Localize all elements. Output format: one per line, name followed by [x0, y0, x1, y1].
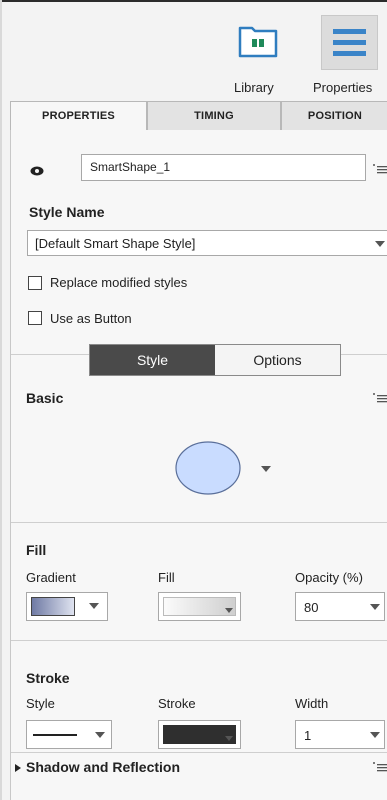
- library-folder-icon: [238, 26, 278, 58]
- dropdown-caret-icon: [370, 732, 380, 738]
- stroke-color-swatch: [163, 725, 236, 744]
- tab-timing[interactable]: TIMING: [147, 101, 281, 130]
- options-segment[interactable]: Options: [215, 345, 340, 375]
- dropdown-caret-icon: [370, 604, 380, 610]
- expand-triangle-icon[interactable]: [15, 764, 21, 772]
- divider: [11, 522, 387, 523]
- style-segment[interactable]: Style: [90, 345, 215, 375]
- fill-caret-icon: [225, 608, 233, 613]
- opacity-dropdown[interactable]: 80: [295, 592, 385, 621]
- gradient-label: Gradient: [26, 570, 76, 585]
- dropdown-caret-icon: [89, 603, 99, 609]
- panel-tabs: PROPERTIES TIMING POSITION: [10, 101, 387, 130]
- top-toolbar: Library Properties: [2, 0, 387, 100]
- fill-label: Fill: [158, 570, 175, 585]
- opacity-value: 80: [304, 600, 319, 615]
- shadow-reflection-title[interactable]: Shadow and Reflection: [26, 759, 180, 775]
- properties-label: Properties: [313, 80, 373, 95]
- properties-button[interactable]: Properties: [308, 2, 387, 102]
- eye-icon[interactable]: [30, 166, 44, 176]
- library-button[interactable]: Library: [224, 2, 294, 102]
- panel-menu-icon[interactable]: [372, 163, 387, 175]
- shape-dropdown-caret-icon[interactable]: [261, 466, 271, 472]
- dropdown-caret-icon: [375, 241, 385, 247]
- replace-modified-checkbox[interactable]: [28, 276, 42, 290]
- stroke-width-dropdown[interactable]: 1: [295, 720, 385, 749]
- gradient-swatch: [31, 597, 75, 616]
- basic-section-title: Basic: [26, 390, 64, 406]
- divider: [11, 640, 387, 641]
- basic-menu-icon[interactable]: [372, 392, 387, 404]
- fill-swatch: [163, 597, 236, 616]
- stroke-style-label: Style: [26, 696, 55, 711]
- object-name-input[interactable]: SmartShape_1: [81, 154, 366, 181]
- style-name-label: Style Name: [29, 204, 105, 220]
- properties-content: SmartShape_1 Style Name [Default Smart S…: [10, 130, 387, 800]
- stroke-style-dropdown[interactable]: [26, 720, 112, 749]
- use-as-button-checkbox[interactable]: [28, 311, 42, 325]
- shape-ellipse-preview[interactable]: [174, 440, 244, 496]
- stroke-line-preview: [33, 734, 77, 736]
- stroke-color-label: Stroke: [158, 696, 196, 711]
- use-as-button-label: Use as Button: [50, 311, 132, 326]
- replace-modified-label: Replace modified styles: [50, 275, 188, 290]
- fill-section-title: Fill: [26, 542, 47, 558]
- fill-color-picker[interactable]: [158, 592, 241, 621]
- style-options-toggle: Style Options: [89, 344, 341, 376]
- stroke-width-value: 1: [304, 728, 312, 743]
- tab-position[interactable]: POSITION: [281, 101, 387, 130]
- library-label: Library: [234, 80, 274, 95]
- properties-panel-window: Library Properties PROPERTIES TIMING POS…: [0, 0, 387, 800]
- style-name-value: [Default Smart Shape Style]: [35, 236, 196, 251]
- tab-properties[interactable]: PROPERTIES: [10, 101, 147, 130]
- dropdown-caret-icon: [95, 732, 105, 738]
- style-name-dropdown[interactable]: [Default Smart Shape Style]: [27, 230, 387, 256]
- gradient-picker[interactable]: [26, 592, 108, 621]
- divider: [11, 752, 387, 753]
- stroke-caret-icon: [225, 736, 233, 741]
- opacity-label: Opacity (%): [295, 570, 363, 585]
- shadow-menu-icon[interactable]: [372, 761, 387, 773]
- properties-menu-icon: [321, 15, 378, 70]
- stroke-section-title: Stroke: [26, 670, 70, 686]
- stroke-width-label: Width: [295, 696, 329, 711]
- stroke-color-picker[interactable]: [158, 720, 241, 749]
